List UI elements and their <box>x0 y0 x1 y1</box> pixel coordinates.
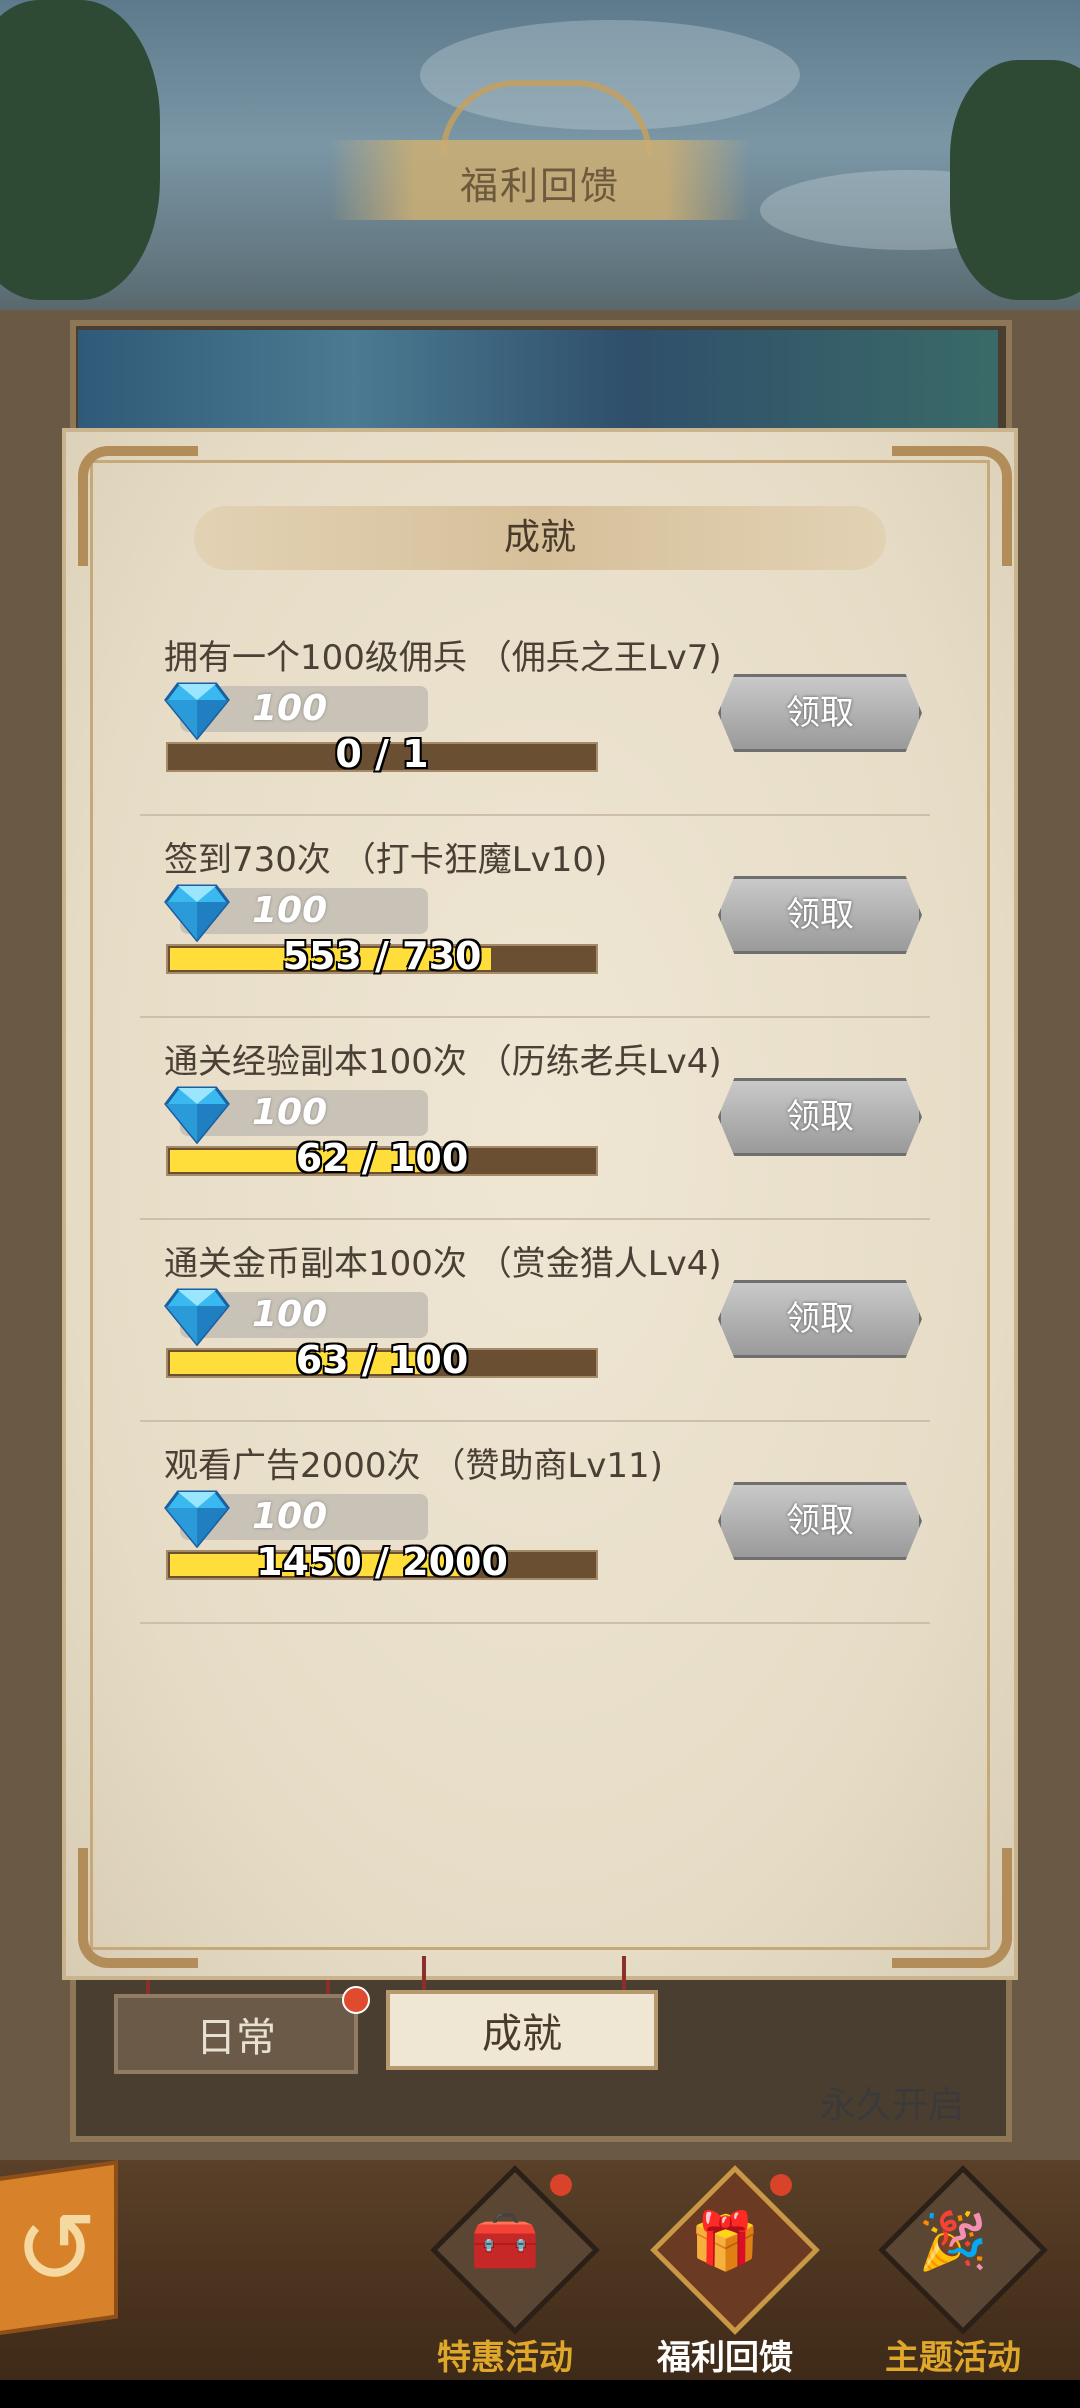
achievement-row: 拥有一个100级佣兵 （佣兵之王Lv7) 100 0 / 1 领取 <box>140 630 930 830</box>
back-arrow-icon: ↺ <box>14 2190 98 2307</box>
progress-text: 63 / 100 <box>295 1338 469 1382</box>
nav-label: 福利回馈 <box>657 2338 793 2378</box>
tree <box>0 0 160 300</box>
page-title: 福利回馈 <box>459 164 620 208</box>
nav-special-offers[interactable]: 🧰 特惠活动 <box>420 2165 600 2378</box>
notification-dot <box>342 1986 370 2014</box>
treasure-chest-icon: 🧰 <box>470 2209 540 2274</box>
progress-text: 1450 / 2000 <box>256 1540 508 1584</box>
row-divider <box>140 814 930 816</box>
achievement-row: 通关金币副本100次 （赏金猎人Lv4) 100 63 / 100 领取 <box>140 1236 930 1436</box>
progress-text: 0 / 1 <box>335 732 429 776</box>
title-banner: 福利回馈 <box>300 70 780 230</box>
achievement-row: 观看广告2000次 （赞助商Lv11) 100 1450 / 2000 领取 <box>140 1438 930 1638</box>
claim-button[interactable]: 领取 <box>718 1078 922 1156</box>
nav-theme-events[interactable]: 🎉 主题活动 <box>868 2165 1048 2378</box>
gift-box-icon: 🎁 <box>690 2209 760 2274</box>
claim-button[interactable]: 领取 <box>718 1280 922 1358</box>
diamond-icon <box>164 882 230 943</box>
corner-ornament <box>892 446 1012 566</box>
claim-button[interactable]: 领取 <box>718 1482 922 1560</box>
availability-note: 永久开启 <box>820 2085 965 2126</box>
section-title: 成就 <box>194 506 886 570</box>
achievement-name: 观看广告2000次 （赞助商Lv11) <box>164 1446 663 1486</box>
achievement-name: 通关经验副本100次 （历练老兵Lv4) <box>164 1042 722 1082</box>
row-divider <box>140 1016 930 1018</box>
diamond-icon <box>164 1488 230 1549</box>
nav-welfare[interactable]: 🎁 福利回馈 <box>640 2165 820 2378</box>
system-bar <box>0 2380 1080 2408</box>
reward-amount: 100 <box>252 1294 328 1335</box>
achievement-row: 签到730次 （打卡狂魔Lv10) 100 553 / 730 领取 <box>140 832 930 1032</box>
diamond-icon <box>164 680 230 741</box>
reward-amount: 100 <box>252 1092 328 1133</box>
event-banner-image <box>78 330 998 440</box>
nav-label: 主题活动 <box>885 2338 1021 2378</box>
achievement-name: 签到730次 （打卡狂魔Lv10) <box>164 840 608 880</box>
progress-text: 62 / 100 <box>295 1136 469 1180</box>
corner-ornament <box>78 446 198 566</box>
tab-achievement[interactable]: 成就 <box>386 1990 658 2070</box>
achievement-row: 通关经验副本100次 （历练老兵Lv4) 100 62 / 100 领取 <box>140 1034 930 1234</box>
claim-button[interactable]: 领取 <box>718 674 922 752</box>
progress-text: 553 / 730 <box>282 934 482 978</box>
party-popper-icon: 🎉 <box>918 2209 988 2274</box>
reward-amount: 100 <box>252 890 328 931</box>
corner-ornament <box>892 1848 1012 1968</box>
nav-label: 特惠活动 <box>437 2338 573 2378</box>
achievement-name: 拥有一个100级佣兵 （佣兵之王Lv7) <box>164 638 722 678</box>
row-divider <box>140 1622 930 1624</box>
reward-amount: 100 <box>252 688 328 729</box>
notification-dot <box>770 2174 792 2196</box>
row-divider <box>140 1420 930 1422</box>
row-divider <box>140 1218 930 1220</box>
diamond-icon <box>164 1286 230 1347</box>
corner-ornament <box>78 1848 198 1968</box>
notification-dot <box>550 2174 572 2196</box>
tab-daily[interactable]: 日常 <box>114 1994 358 2074</box>
diamond-icon <box>164 1084 230 1145</box>
achievement-name: 通关金币副本100次 （赏金猎人Lv4) <box>164 1244 722 1284</box>
claim-button[interactable]: 领取 <box>718 876 922 954</box>
reward-amount: 100 <box>252 1496 328 1537</box>
tree <box>950 60 1080 300</box>
